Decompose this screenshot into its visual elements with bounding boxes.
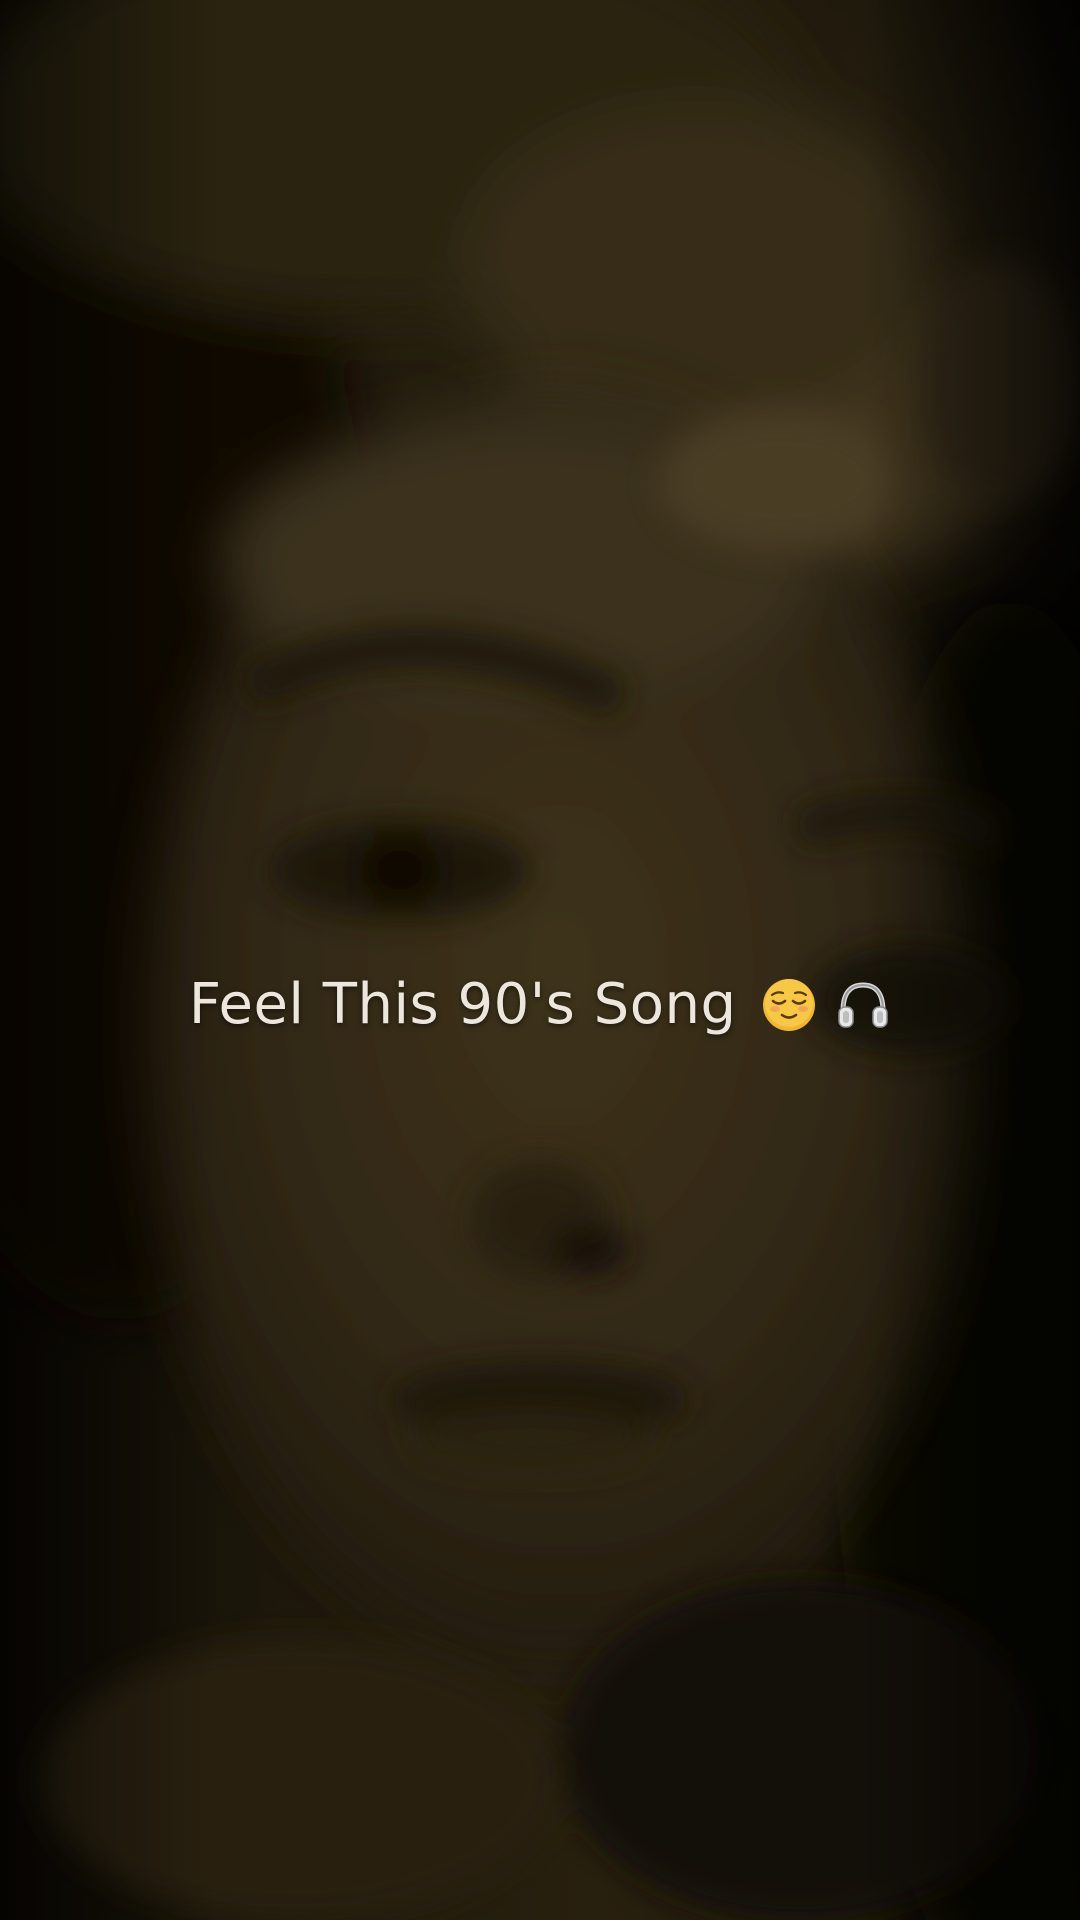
caption-text: Feel This 90's Song xyxy=(188,971,737,1037)
story-frame: Feel This 90's Song xyxy=(0,0,1080,1920)
caption-overlay: Feel This 90's Song xyxy=(0,962,1080,1045)
relieved-face-icon xyxy=(761,977,817,1033)
background-portrait xyxy=(0,0,1080,1920)
headphones-icon xyxy=(835,977,891,1033)
